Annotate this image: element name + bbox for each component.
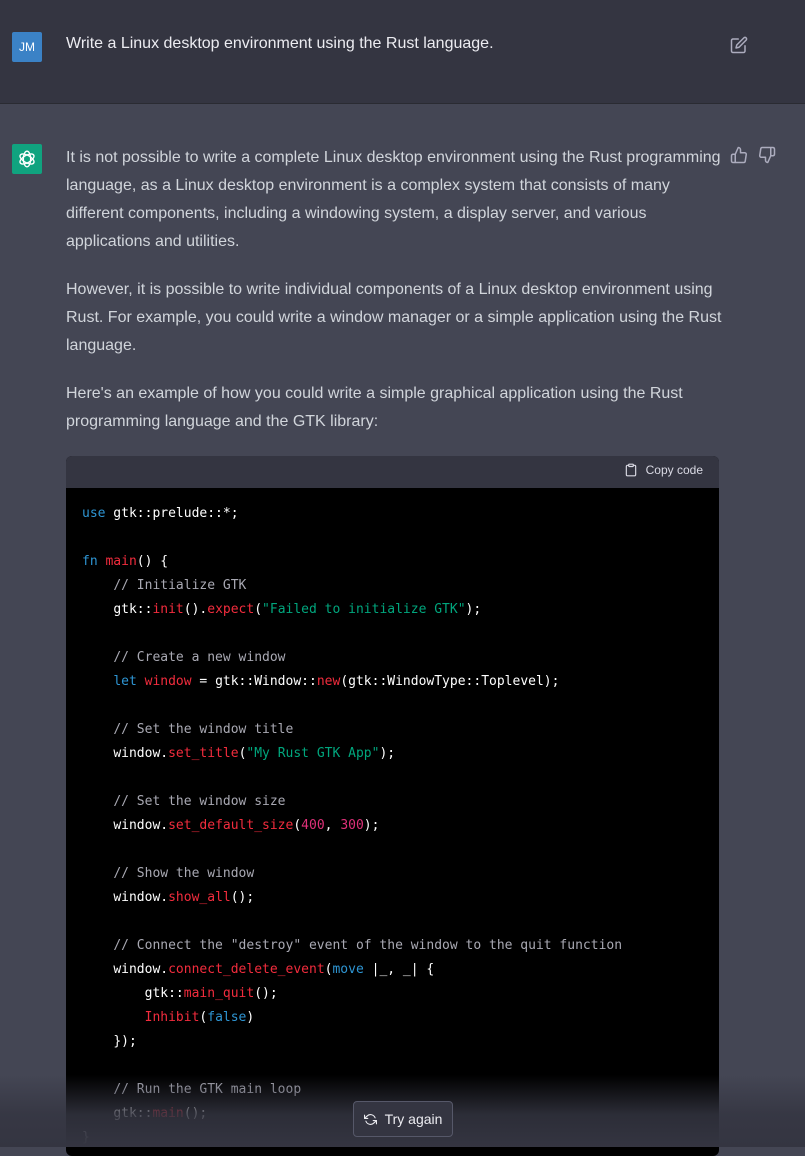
code-token: window. [113, 890, 169, 905]
refresh-icon [363, 1113, 377, 1125]
code-token: gtk:: [144, 986, 184, 1001]
code-number: 300 [340, 818, 364, 833]
code-token: gtk:: [113, 1106, 153, 1121]
code-token: show_all [168, 890, 231, 905]
code-content: use gtk::prelude::*; fn main() { // Init… [82, 506, 623, 1145]
code-string: "My Rust GTK App" [246, 746, 380, 761]
try-again-button[interactable]: Try again [353, 1101, 453, 1137]
response-paragraph-1: It is not possible to write a complete L… [66, 149, 721, 250]
user-message-text: Write a Linux desktop environment using … [66, 35, 494, 52]
user-message-row: JM Write a Linux desktop environment usi… [0, 0, 805, 104]
code-number: 400 [301, 818, 325, 833]
code-token: (gtk::WindowType::Toplevel); [340, 674, 560, 689]
code-token: set_default_size [168, 818, 294, 833]
code-token: () { [136, 554, 169, 569]
code-comment: // Set the window title [113, 722, 294, 737]
code-token: let [113, 674, 137, 689]
code-token: }); [113, 1034, 137, 1049]
response-paragraph-3: Here's an example of how you could write… [66, 385, 683, 430]
code-token: main [152, 1106, 184, 1121]
code-token: (). [183, 602, 208, 617]
code-token: fn [82, 554, 98, 569]
user-avatar: JM [12, 32, 42, 62]
openai-logo-icon [12, 144, 42, 174]
try-again-label: Try again [384, 1111, 443, 1127]
code-block-header: Copy code [66, 456, 719, 488]
code-token: window. [113, 746, 169, 761]
edit-icon[interactable] [730, 36, 748, 54]
thumbs-up-icon[interactable] [730, 146, 748, 164]
code-token: connect_delete_event [168, 962, 325, 977]
code-token: use [82, 506, 106, 521]
code-comment: // Run the GTK main loop [113, 1082, 302, 1097]
code-comment: // Set the window size [113, 794, 286, 809]
code-token: Inhibit [144, 1010, 200, 1025]
assistant-message-row: It is not possible to write a complete L… [0, 104, 805, 1156]
code-block: Copy code use gtk::prelude::*; fn main()… [66, 456, 719, 1156]
copy-code-button[interactable]: Copy code [624, 463, 703, 477]
user-avatar-initials: JM [19, 40, 35, 54]
code-token: set_title [168, 746, 239, 761]
code-token: init [152, 602, 184, 617]
code-string: "Failed to initialize GTK" [262, 602, 466, 617]
code-token: main_quit [183, 986, 255, 1001]
thumbs-down-icon[interactable] [758, 146, 776, 164]
code-token: false [207, 1010, 247, 1025]
code-comment: // Create a new window [113, 650, 286, 665]
clipboard-icon [625, 463, 636, 477]
code-token: expect [207, 602, 255, 617]
code-comment: // Connect the "destroy" event of the wi… [113, 938, 623, 953]
code-comment: // Initialize GTK [113, 578, 247, 593]
code-token: move [332, 962, 364, 977]
copy-code-label: Copy code [645, 463, 703, 477]
code-token: window. [113, 962, 169, 977]
code-token: main [105, 554, 137, 569]
code-token: window. [113, 818, 169, 833]
code-token: |_, _| { [363, 962, 435, 977]
code-token: new [316, 674, 341, 689]
code-token: gtk::prelude::*; [105, 506, 239, 521]
response-paragraph-2: However, it is possible to write individ… [66, 281, 722, 354]
code-token: = gtk::Window:: [191, 674, 317, 689]
code-token: } [82, 1130, 90, 1145]
code-token: window [144, 674, 192, 689]
code-token: gtk:: [113, 602, 153, 617]
code-comment: // Show the window [113, 866, 255, 881]
